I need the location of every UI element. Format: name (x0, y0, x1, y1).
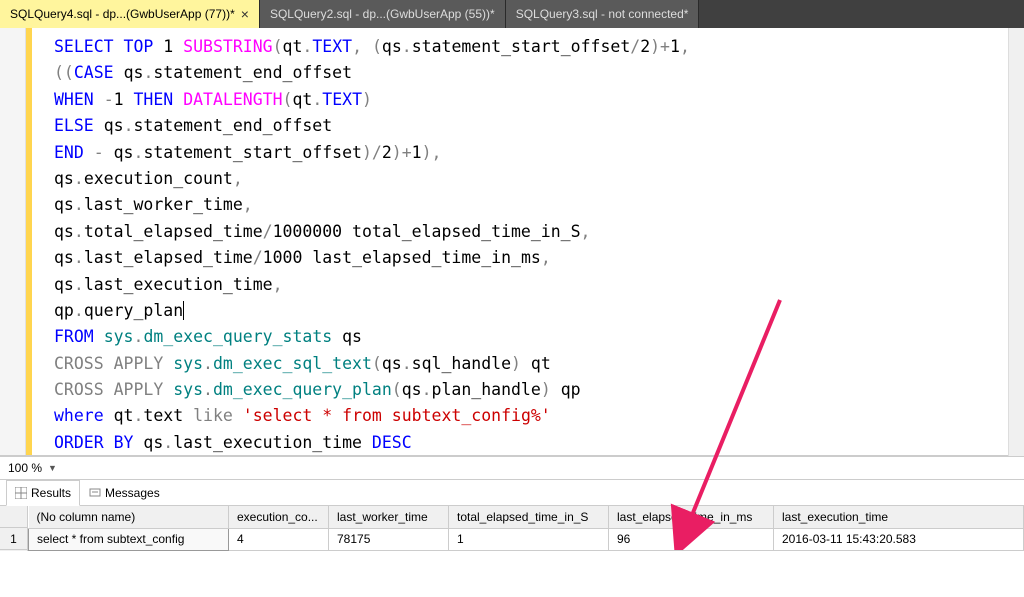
zoom-control[interactable]: 100 % ▼ (0, 456, 1024, 480)
vertical-scrollbar[interactable] (1008, 28, 1024, 456)
tab-label: SQLQuery2.sql - dp...(GwbUserApp (55))* (270, 7, 495, 21)
col-header[interactable]: last_worker_time (329, 506, 449, 528)
results-table[interactable]: (No column name) execution_co... last_wo… (28, 506, 1024, 551)
cell[interactable]: select * from subtext_config (29, 528, 229, 550)
code-area[interactable]: SELECT TOP 1 SUBSTRING(qt.TEXT, (qs.stat… (32, 28, 1024, 455)
cell[interactable]: 1 (449, 528, 609, 550)
tab-bar: SQLQuery4.sql - dp...(GwbUserApp (77))* … (0, 0, 1024, 28)
results-tab-label: Results (31, 486, 71, 500)
cell[interactable]: 96 (609, 528, 774, 550)
col-header[interactable]: execution_co... (229, 506, 329, 528)
chevron-down-icon[interactable]: ▼ (48, 463, 57, 473)
tab-messages[interactable]: Messages (80, 480, 169, 505)
row-header-blank (0, 506, 27, 528)
cell[interactable]: 78175 (329, 528, 449, 550)
messages-tab-label: Messages (105, 486, 160, 500)
tab-label: SQLQuery4.sql - dp...(GwbUserApp (77))* (10, 7, 235, 21)
results-grid[interactable]: 1 (No column name) execution_co... last_… (0, 506, 1024, 551)
table-row[interactable]: select * from subtext_config 4 78175 1 9… (29, 528, 1024, 550)
row-number[interactable]: 1 (0, 528, 27, 550)
col-header[interactable]: last_execution_time (774, 506, 1024, 528)
zoom-value: 100 % (8, 461, 42, 475)
sql-editor[interactable]: SELECT TOP 1 SUBSTRING(qt.TEXT, (qs.stat… (0, 28, 1024, 456)
message-icon (89, 487, 101, 499)
tab-query2[interactable]: SQLQuery2.sql - dp...(GwbUserApp (55))* (260, 0, 506, 28)
col-header[interactable]: last_elapsed_time_in_ms (609, 506, 774, 528)
col-header[interactable]: (No column name) (29, 506, 229, 528)
results-panel-tabs: Results Messages (0, 480, 1024, 506)
editor-gutter (0, 28, 26, 455)
tab-query4[interactable]: SQLQuery4.sql - dp...(GwbUserApp (77))* … (0, 0, 260, 28)
cell[interactable]: 2016-03-11 15:43:20.583 (774, 528, 1024, 550)
close-icon[interactable]: × (241, 7, 249, 21)
grid-icon (15, 487, 27, 499)
tab-query3[interactable]: SQLQuery3.sql - not connected* (506, 0, 700, 28)
tab-results[interactable]: Results (6, 480, 80, 506)
col-header[interactable]: total_elapsed_time_in_S (449, 506, 609, 528)
table-header-row: (No column name) execution_co... last_wo… (29, 506, 1024, 528)
tab-label: SQLQuery3.sql - not connected* (516, 7, 689, 21)
cell[interactable]: 4 (229, 528, 329, 550)
row-number-gutter: 1 (0, 506, 28, 551)
